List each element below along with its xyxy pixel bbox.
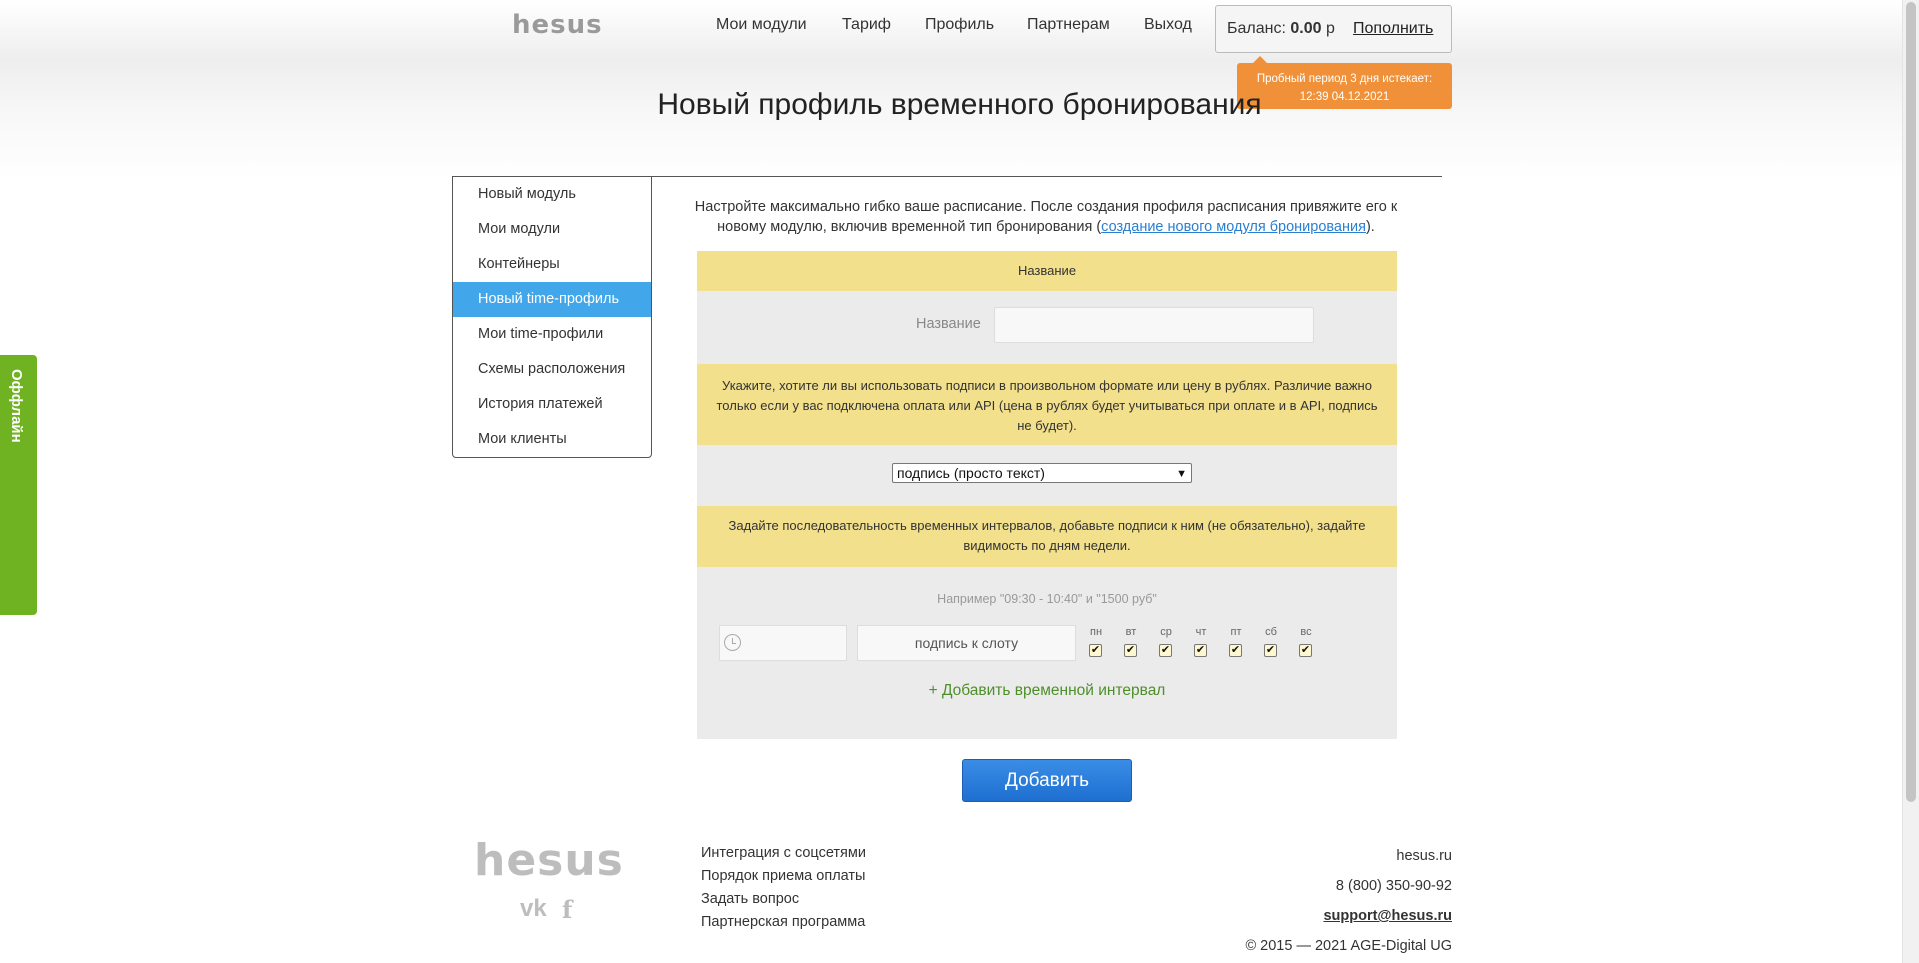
- price-type-select[interactable]: подпись (просто текст) ▼: [892, 463, 1192, 483]
- vk-icon[interactable]: vk: [520, 895, 547, 923]
- add-interval-link[interactable]: + Добавить временной интервал: [697, 682, 1397, 700]
- section-intervals-header: Задайте последовательность временных инт…: [697, 506, 1397, 576]
- scrollbar[interactable]: [1902, 0, 1919, 963]
- footer-phone: 8 (800) 350-90-92: [1335, 878, 1452, 894]
- trial-text: Пробный период 3 дня истекает:: [1256, 73, 1433, 85]
- sidebar-item-layouts[interactable]: Схемы расположения: [453, 352, 651, 387]
- footer-link-partner[interactable]: Партнерская программа: [701, 914, 865, 930]
- day-checkbox-sun[interactable]: ✔: [1299, 644, 1312, 657]
- name-input[interactable]: [994, 307, 1314, 343]
- day-label-sat: сб: [1265, 626, 1277, 638]
- day-label-fri: пт: [1230, 626, 1242, 638]
- offline-tab-label: Оффлайн: [8, 369, 25, 443]
- nav-profile[interactable]: Профиль: [925, 16, 994, 34]
- nav-partners[interactable]: Партнерам: [1027, 16, 1110, 34]
- footer-copyright: © 2015 — 2021 AGE-Digital UG: [1245, 938, 1452, 954]
- balance-value: 0.00: [1290, 20, 1322, 37]
- section-name-header: Название: [697, 251, 1397, 300]
- sidebar-menu: Новый модуль Мои модули Контейнеры Новый…: [452, 176, 652, 458]
- sidebar-item-payment-history[interactable]: История платежей: [453, 387, 651, 422]
- nav-my-modules[interactable]: Мои модули: [716, 16, 807, 34]
- sidebar-item-my-modules[interactable]: Мои модули: [453, 212, 651, 247]
- section-price-text: Укажите, хотите ли вы использовать подпи…: [716, 378, 1378, 433]
- section-intervals-text: Задайте последовательность временных инт…: [728, 518, 1366, 553]
- day-label-wed: ср: [1160, 626, 1172, 638]
- sidebar-item-new-time-profile[interactable]: Новый time-профиль: [453, 282, 651, 317]
- slot-label-input[interactable]: подпись к слоту: [857, 625, 1076, 661]
- example-text: Например "09:30 - 10:40" и "1500 руб": [937, 592, 1157, 606]
- sidebar-item-new-module[interactable]: Новый модуль: [453, 177, 651, 212]
- day-checkbox-wed[interactable]: ✔: [1159, 644, 1172, 657]
- footer-link-payment[interactable]: Порядок приема оплаты: [701, 868, 865, 884]
- page-title: Новый профиль временного бронирования: [657, 88, 1262, 121]
- time-input[interactable]: [719, 625, 847, 661]
- footer-site[interactable]: hesus.ru: [1396, 848, 1452, 864]
- clock-icon: [724, 634, 741, 651]
- sidebar-item-my-clients[interactable]: Мои клиенты: [453, 422, 651, 457]
- day-checkbox-sat[interactable]: ✔: [1264, 644, 1277, 657]
- balance-box: Баланс: 0.00 р Пополнить: [1215, 5, 1452, 53]
- intro-text: Настройте максимально гибко ваше расписа…: [694, 199, 1398, 235]
- facebook-icon[interactable]: f: [562, 895, 572, 924]
- day-checkbox-mon[interactable]: ✔: [1089, 644, 1102, 657]
- submit-button[interactable]: Добавить: [962, 759, 1132, 802]
- footer-link-social[interactable]: Интеграция с соцсетями: [701, 845, 866, 861]
- offline-tab[interactable]: Оффлайн: [0, 355, 37, 615]
- logo[interactable]: hesus: [512, 10, 603, 40]
- create-module-link[interactable]: создание нового модуля бронирования: [1101, 219, 1366, 235]
- section-price-header: Укажите, хотите ли вы использовать подпи…: [697, 364, 1397, 454]
- topup-link[interactable]: Пополнить: [1353, 20, 1433, 38]
- section-name-title: Название: [1017, 263, 1077, 278]
- footer-logo[interactable]: hesus: [474, 835, 624, 886]
- day-label-thu: чт: [1195, 626, 1207, 638]
- footer-email[interactable]: support@hesus.ru: [1323, 908, 1452, 924]
- balance-label: Баланс:: [1227, 20, 1286, 37]
- day-checkbox-thu[interactable]: ✔: [1194, 644, 1207, 657]
- nav-tariff[interactable]: Тариф: [842, 16, 891, 34]
- day-checkbox-fri[interactable]: ✔: [1229, 644, 1242, 657]
- sidebar-item-my-time-profiles[interactable]: Мои time-профили: [453, 317, 651, 352]
- nav-logout[interactable]: Выход: [1144, 16, 1192, 34]
- divider: [650, 176, 1442, 177]
- name-field-label: Название: [916, 316, 981, 332]
- footer-link-question[interactable]: Задать вопрос: [701, 891, 799, 907]
- balance-currency: р: [1325, 20, 1335, 37]
- price-type-value: подпись (просто текст): [897, 465, 1045, 481]
- scrollbar-thumb[interactable]: [1906, 2, 1916, 802]
- chevron-down-icon: ▼: [1176, 468, 1187, 480]
- sidebar-item-containers[interactable]: Контейнеры: [453, 247, 651, 282]
- day-label-mon: пн: [1089, 626, 1103, 638]
- day-label-sun: вс: [1300, 626, 1312, 638]
- day-label-tue: вт: [1125, 626, 1137, 638]
- day-checkbox-tue[interactable]: ✔: [1124, 644, 1137, 657]
